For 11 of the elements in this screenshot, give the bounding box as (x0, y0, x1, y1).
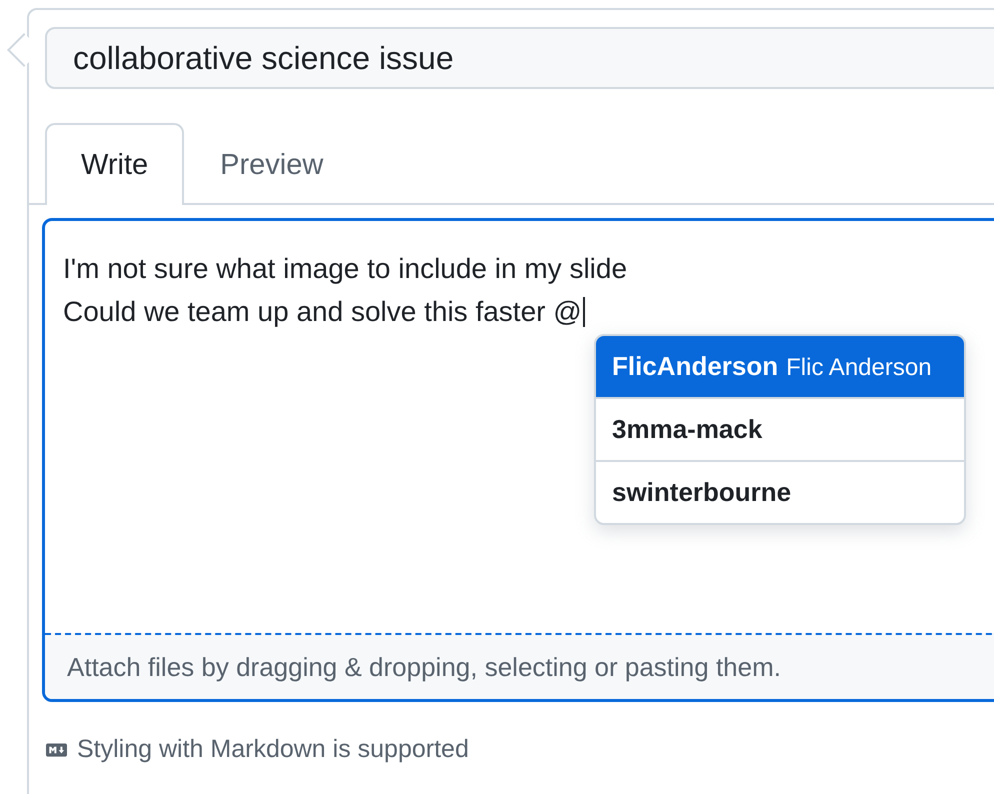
attach-files-hint[interactable]: Attach files by dragging & dropping, selecting or pasting them. (45, 633, 994, 699)
markdown-icon (46, 742, 67, 756)
editor-tab[interactable]: Preview (184, 123, 360, 205)
comment-field[interactable]: I'm not sure what image to include in my slide Could we team up and solve this faster @ (63, 247, 628, 333)
title-field[interactable]: collaborative science issue (45, 27, 994, 89)
mention-option[interactable]: swinterbourne (596, 460, 964, 523)
mention-option[interactable]: FlicAnderson Flic Anderson (596, 336, 964, 397)
text-cursor (582, 297, 585, 327)
markdown-note[interactable]: Styling with Markdown is supported (77, 735, 469, 764)
editor-tab[interactable]: Write (45, 123, 184, 205)
mention-option[interactable]: 3mma-mack (596, 397, 964, 460)
